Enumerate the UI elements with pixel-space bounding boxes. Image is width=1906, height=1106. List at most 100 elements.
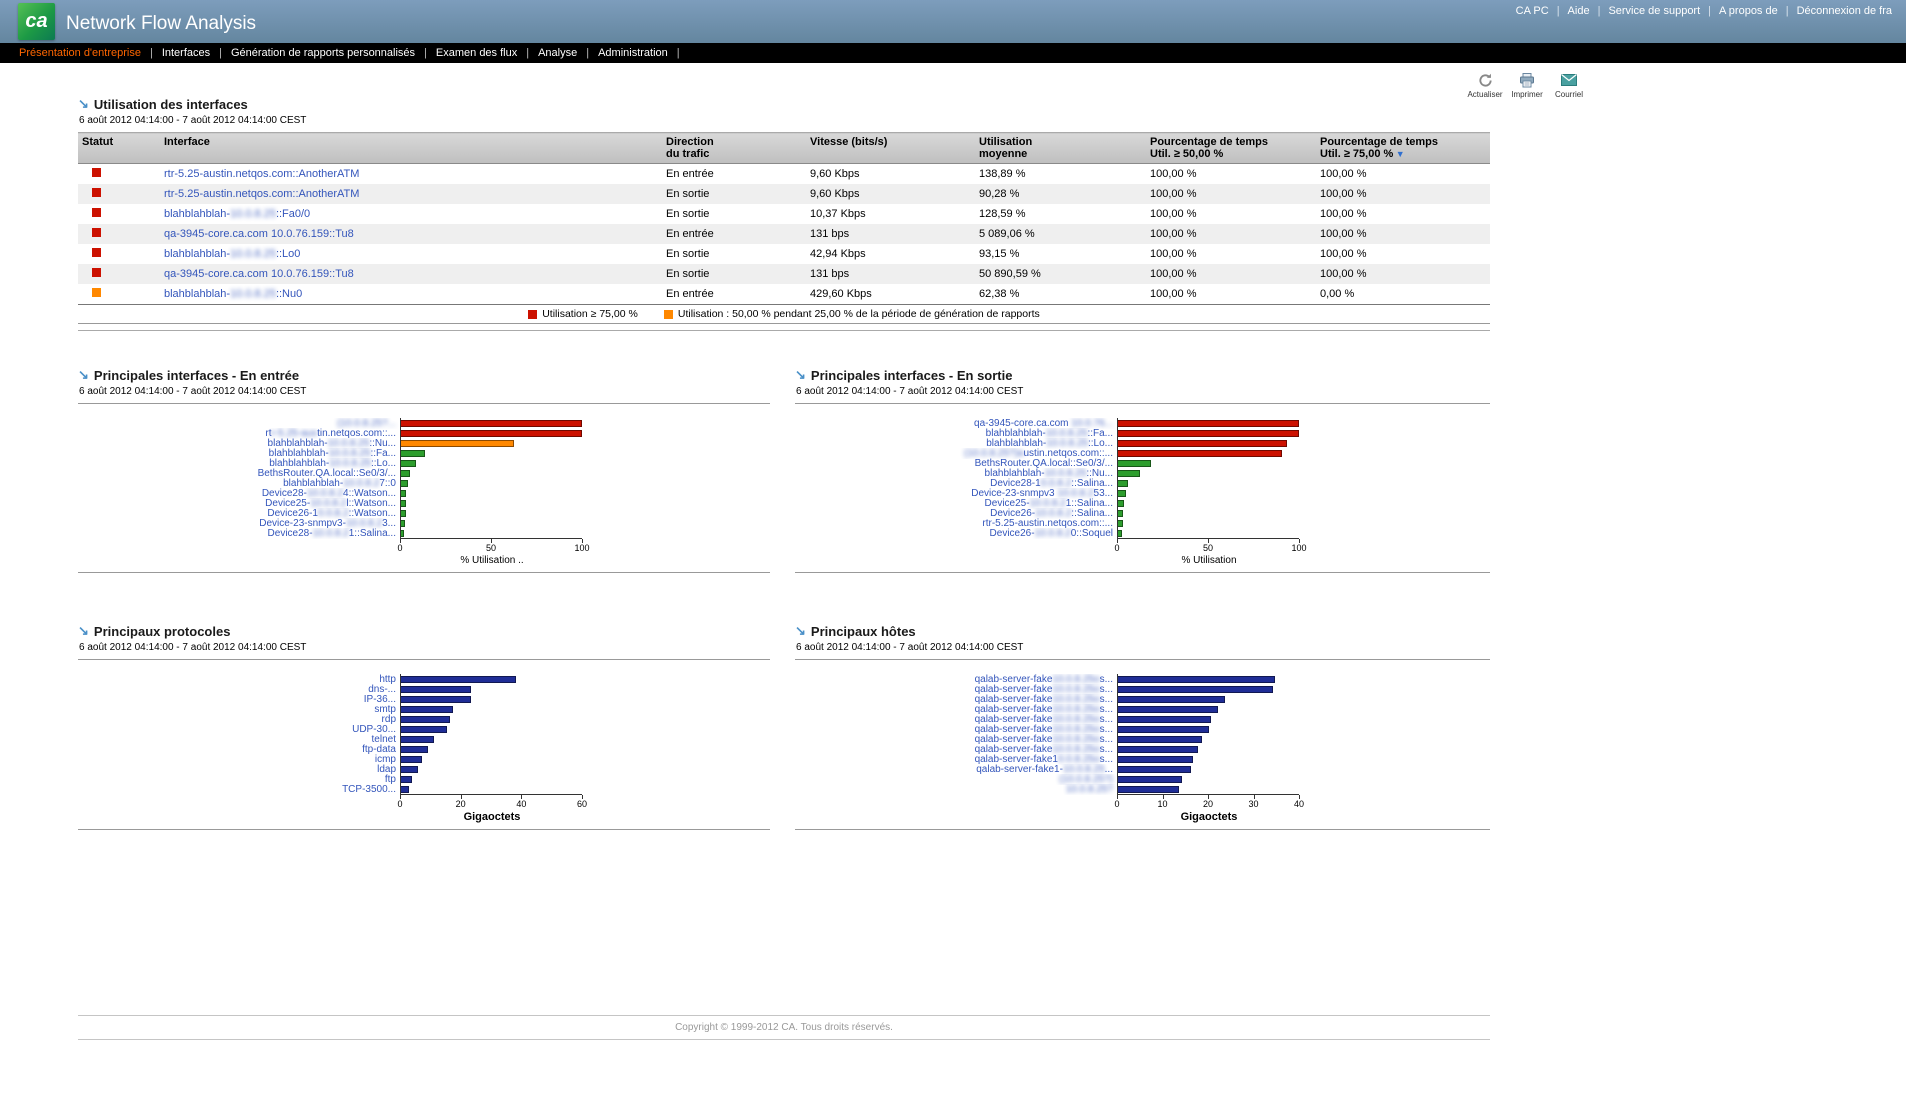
x-axis-line: 050100 <box>1117 538 1299 555</box>
table-date-range: 6 août 2012 04:14:00 - 7 août 2012 04:14… <box>79 115 1490 126</box>
direction-cell: En sortie <box>662 244 806 264</box>
chart-bar-label[interactable]: Device28-10.0.8.21::Salina... <box>78 528 400 539</box>
interface-link[interactable]: rtr-5.25-austin.netqos.com::AnotherATM <box>164 168 359 180</box>
tick-label: 60 <box>577 799 587 809</box>
drilldown-icon[interactable]: ↘ <box>78 367 89 383</box>
x-axis: 0204060 <box>78 794 770 811</box>
sort-desc-icon[interactable]: ▼ <box>1393 149 1404 159</box>
chart-bar[interactable] <box>1118 480 1128 487</box>
column-header-vitesse-bits-s[interactable]: Vitesse (bits/s) <box>806 133 975 164</box>
chart-bar[interactable] <box>401 470 410 477</box>
print-button[interactable]: Imprimer <box>1510 71 1544 99</box>
chart-bar[interactable] <box>1118 786 1179 793</box>
chart-bar-label[interactable]: Device26-10.0.8.20::Soquel <box>795 528 1117 539</box>
x-axis: 050100 <box>795 538 1490 555</box>
utility-link-a-propos-de[interactable]: A propos de <box>1719 5 1778 17</box>
interface-link[interactable]: blahblahblah-10.0.8.25::Fa0/0 <box>164 208 310 220</box>
column-header-interface[interactable]: Interface <box>160 133 662 164</box>
chart-bar[interactable] <box>1118 450 1282 457</box>
chart-bar[interactable] <box>1118 716 1211 723</box>
nav-tab-interfaces[interactable]: Interfaces <box>153 47 219 59</box>
interface-link[interactable]: qa-3945-core.ca.com 10.0.76.159::Tu8 <box>164 268 354 280</box>
chart-bar[interactable] <box>1118 460 1151 467</box>
chart-bar[interactable] <box>401 696 471 703</box>
chart-bar-label[interactable]: TCP-3500... <box>78 784 400 795</box>
drilldown-icon[interactable]: ↘ <box>795 623 806 639</box>
chart-bar[interactable] <box>401 450 425 457</box>
chart-bar-track <box>1117 518 1299 528</box>
chart-bar[interactable] <box>1118 756 1193 763</box>
utility-link-aide[interactable]: Aide <box>1568 5 1590 17</box>
chart-bar[interactable] <box>401 746 428 753</box>
interface-link[interactable]: blahblahblah-10.0.8.25::Nu0 <box>164 288 302 300</box>
chart-date-range: 6 août 2012 04:14:00 - 7 août 2012 04:14… <box>79 386 770 397</box>
chart-bar[interactable] <box>1118 706 1218 713</box>
chart-bar[interactable] <box>1118 726 1209 733</box>
chart-bar[interactable] <box>401 440 514 447</box>
column-header-pourcentage-de-temps-util-75-00[interactable]: Pourcentage de tempsUtil. ≥ 75,00 % ▼ <box>1316 133 1490 164</box>
utility-link-service-de-support[interactable]: Service de support <box>1608 5 1700 17</box>
chart-bar[interactable] <box>1118 736 1202 743</box>
chart-bar[interactable] <box>1118 686 1273 693</box>
chart-bar[interactable] <box>1118 696 1225 703</box>
chart-bar[interactable] <box>1118 440 1287 447</box>
chart-bar[interactable] <box>401 756 422 763</box>
refresh-button[interactable]: Actualiser <box>1468 71 1502 99</box>
avg-utilization-cell: 128,59 % <box>975 204 1146 224</box>
drilldown-icon[interactable]: ↘ <box>78 96 89 112</box>
chart-bar[interactable] <box>401 786 409 793</box>
chart-bar[interactable] <box>401 716 450 723</box>
nav-tab-examen-des-flux[interactable]: Examen des flux <box>427 47 526 59</box>
chart-bar[interactable] <box>401 520 405 527</box>
chart-bar[interactable] <box>1118 776 1182 783</box>
chart-bar[interactable] <box>1118 490 1126 497</box>
chart-bar[interactable] <box>1118 520 1123 527</box>
legend-label: Utilisation : 50,00 % pendant 25,00 % de… <box>678 308 1040 320</box>
column-header-utilisation-moyenne[interactable]: Utilisationmoyenne <box>975 133 1146 164</box>
email-button[interactable]: Courriel <box>1552 71 1586 99</box>
chart-bar[interactable] <box>1118 500 1124 507</box>
chart-bar[interactable] <box>401 420 582 427</box>
interface-link[interactable]: qa-3945-core.ca.com 10.0.76.159::Tu8 <box>164 228 354 240</box>
chart-bar[interactable] <box>1118 420 1299 427</box>
chart-bar-label[interactable]: 10.0.8.25? <box>795 784 1117 795</box>
status-cell <box>78 184 160 204</box>
column-header-direction-du-trafic[interactable]: Directiondu trafic <box>662 133 806 164</box>
chart-bar[interactable] <box>401 706 453 713</box>
chart-bar[interactable] <box>401 430 582 437</box>
chart-bar[interactable] <box>401 676 516 683</box>
chart-bar[interactable] <box>401 500 406 507</box>
chart-bar[interactable] <box>1118 530 1122 537</box>
chart-row: Device25-10.0.8.2l::Watson... <box>78 498 770 508</box>
column-header-pourcentage-de-temps-util-50-00[interactable]: Pourcentage de tempsUtil. ≥ 50,00 % <box>1146 133 1316 164</box>
drilldown-icon[interactable]: ↘ <box>78 623 89 639</box>
chart-bar[interactable] <box>401 776 412 783</box>
chart-bar[interactable] <box>1118 676 1275 683</box>
chart-bar[interactable] <box>401 460 416 467</box>
chart-bar[interactable] <box>1118 430 1299 437</box>
utility-link-ca-pc[interactable]: CA PC <box>1516 5 1549 17</box>
column-header-statut[interactable]: Statut <box>78 133 160 164</box>
chart-bar[interactable] <box>401 480 408 487</box>
utility-link-deconnexion-de-fra[interactable]: Déconnexion de fra <box>1797 5 1892 17</box>
chart-bar[interactable] <box>1118 746 1198 753</box>
chart-bar[interactable] <box>401 736 434 743</box>
chart-bar-track <box>400 754 582 764</box>
interface-link[interactable]: rtr-5.25-austin.netqos.com::AnotherATM <box>164 188 359 200</box>
nav-tab-presentation-d-entreprise[interactable]: Présentation d'entreprise <box>10 47 150 59</box>
chart-bar[interactable] <box>401 686 471 693</box>
chart-bar[interactable] <box>401 490 406 497</box>
nav-tab-administration[interactable]: Administration <box>589 47 677 59</box>
chart-bar[interactable] <box>401 530 404 537</box>
nav-tab-analyse[interactable]: Analyse <box>529 47 586 59</box>
chart-bar[interactable] <box>1118 510 1123 517</box>
chart-bar[interactable] <box>401 726 447 733</box>
drilldown-icon[interactable]: ↘ <box>795 367 806 383</box>
chart-bar[interactable] <box>401 510 406 517</box>
interface-link[interactable]: blahblahblah-10.0.8.25::Lo0 <box>164 248 300 260</box>
nav-tab-generation-de-rapports-personnalises[interactable]: Génération de rapports personnalisés <box>222 47 424 59</box>
tick-label: 20 <box>456 799 466 809</box>
chart-bar[interactable] <box>1118 766 1191 773</box>
chart-bar[interactable] <box>1118 470 1140 477</box>
chart-bar[interactable] <box>401 766 418 773</box>
